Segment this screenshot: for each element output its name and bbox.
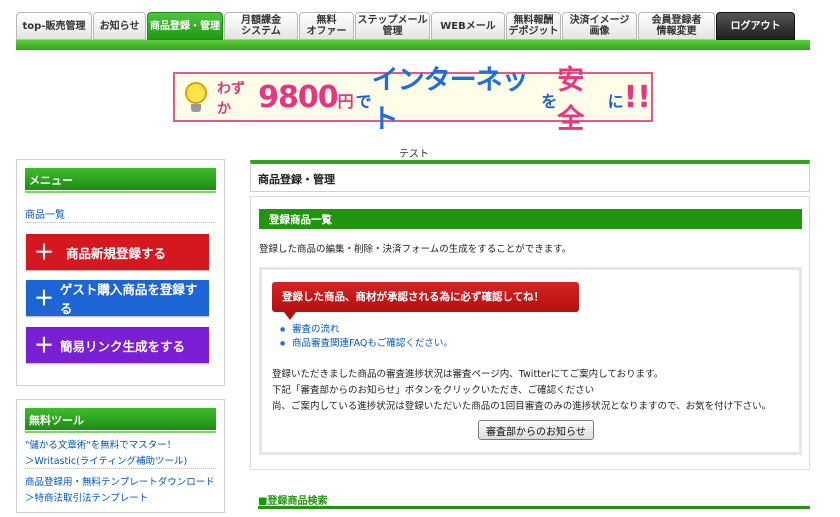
tab-payment-image[interactable]: 決済イメージ 画像 — [562, 12, 637, 40]
divider — [258, 506, 810, 509]
notice-bubble: 登録した商品、商材が承認される為に必ず確認してね！ — [272, 282, 579, 320]
banner-yen: 円 — [337, 92, 354, 111]
review-notice-box: 登録した商品、商材が承認される為に必ず確認してね！ 審査の流れ 商品審査関連FA… — [259, 267, 802, 455]
banner-ni: に — [607, 92, 624, 111]
sidebar-item-product-list[interactable]: 商品一覧 — [25, 206, 65, 221]
plus-icon: ＋ — [34, 286, 54, 310]
banner-pre-text: わずか — [216, 81, 245, 117]
simple-link-button[interactable]: ＋ 簡易リンク生成をする — [26, 327, 209, 363]
banner-de: で — [355, 92, 372, 111]
product-list-panel: 登録商品一覧 登録した商品の編集・削除・決済フォームの生成をすることができます。… — [250, 196, 810, 470]
guest-product-label: ゲスト購入商品を登録する — [59, 282, 198, 316]
simple-link-label: 簡易リンク生成をする — [60, 338, 186, 354]
guest-product-button[interactable]: ＋ ゲスト購入商品を登録する — [26, 280, 209, 316]
banner-safe-text: 安全 — [557, 65, 585, 135]
tab-top-sales[interactable]: top-販売管理 — [16, 12, 92, 40]
promo-banner[interactable]: わずか 9800 円 で インターネット を 安全 に !! — [173, 65, 653, 135]
sidebar-menu-title: メニュー — [25, 168, 216, 193]
notice-text: 登録いただきました商品の審査進捗状況は審査ページ内、Twitterにてご案内して… — [272, 369, 664, 380]
product-search-title: ■登録商品検索 — [258, 496, 328, 507]
tab-free-reward-deposit[interactable]: 無料報酬 デポジット — [506, 12, 561, 40]
banner-main-text: インターネット — [371, 65, 529, 135]
tool-link-writastic[interactable]: ＞Writastic(ライティング補助ツール) — [25, 453, 187, 467]
notice-text: 尚、ご案内している進捗状況は登録いただいた商品の1回目審査のみの進捗状況となりま… — [272, 401, 772, 412]
divider — [25, 222, 216, 223]
tab-member-info[interactable]: 会員登録者 情報変更 — [638, 12, 715, 40]
banner-price: 9800 — [258, 79, 338, 115]
tab-step-mail[interactable]: ステップメール 管理 — [355, 12, 430, 40]
section-title: 登録商品一覧 — [259, 209, 802, 229]
banner-wo: を — [541, 92, 558, 111]
sidebar-menu: メニュー 商品一覧 ＋ 商品新規登録する ＋ ゲスト購入商品を登録する ＋ 簡易… — [16, 159, 225, 386]
tab-free-offer[interactable]: 無料 オファー — [299, 12, 354, 40]
notice-links: 審査の流れ 商品審査関連FAQもご確認ください。 — [280, 323, 453, 351]
tab-news[interactable]: お知らせ — [93, 12, 146, 40]
review-dept-notice-button[interactable]: 審査部からのお知らせ — [478, 420, 594, 440]
nav-underline — [16, 40, 810, 50]
logout-button[interactable]: ログアウト — [716, 12, 795, 40]
tab-monthly-billing[interactable]: 月額課金 システム — [224, 12, 298, 40]
new-product-button[interactable]: ＋ 商品新規登録する — [26, 234, 209, 270]
notice-text: 下記「審査部からのお知らせ」ボタンをクリックいただき、ご確認ください — [272, 385, 595, 396]
page-title-box: 商品登録・管理 — [250, 160, 810, 192]
new-product-label: 商品新規登録する — [66, 245, 167, 261]
lightbulb-icon — [181, 80, 209, 114]
section-description: 登録した商品の編集・削除・決済フォームの生成をすることができます。 — [259, 244, 572, 255]
sidebar-tools-title: 無料ツール — [25, 408, 216, 433]
tool-link-template-download[interactable]: 商品登録用・無料テンプレートダウンロード — [25, 474, 215, 488]
tool-link-law-template[interactable]: ＞特商法取引法テンプレート — [25, 490, 148, 504]
review-flow-link[interactable]: 審査の流れ — [280, 323, 453, 337]
sidebar-tools: 無料ツール "儲かる文章術"を無料でマスター！ ＞Writastic(ライティン… — [16, 399, 225, 513]
plus-icon: ＋ — [34, 240, 54, 264]
test-label: テスト — [399, 149, 429, 160]
plus-icon: ＋ — [34, 333, 54, 357]
tab-product-management[interactable]: 商品登録・管理 — [147, 12, 223, 40]
tab-web-mail[interactable]: WEBメール — [431, 12, 505, 40]
page-title: 商品登録・管理 — [258, 173, 335, 186]
banner-exclamation: !! — [623, 79, 651, 115]
divider — [25, 468, 216, 469]
review-faq-link[interactable]: 商品審査関連FAQもご確認ください。 — [280, 337, 453, 351]
top-nav: top-販売管理 お知らせ 商品登録・管理 月額課金 システム 無料 オファー … — [16, 12, 810, 40]
tool-link-writing[interactable]: "儲かる文章術"を無料でマスター！ — [25, 437, 176, 451]
